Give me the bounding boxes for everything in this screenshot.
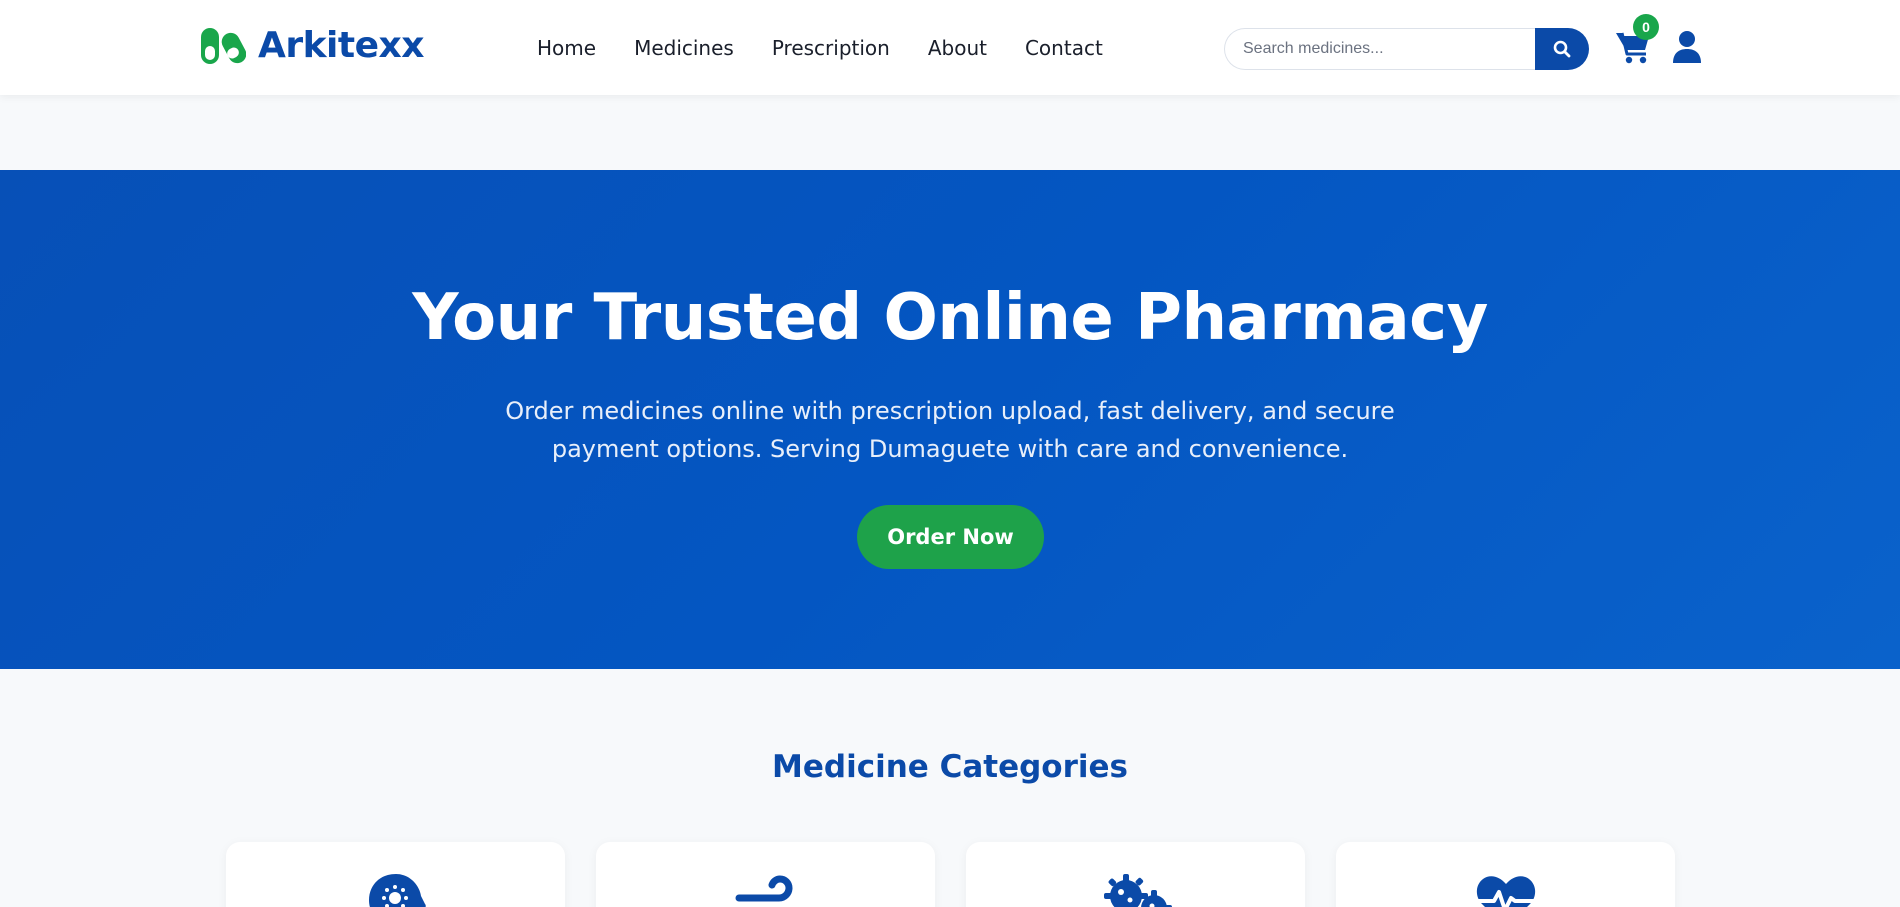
categories-title: Medicine Categories xyxy=(772,749,1128,785)
heart-pulse-icon xyxy=(1475,876,1536,907)
category-card[interactable] xyxy=(1336,842,1675,907)
hero-title: Your Trusted Online Pharmacy xyxy=(412,281,1488,355)
nav-contact[interactable]: Contact xyxy=(1025,34,1103,62)
category-card[interactable] xyxy=(596,842,935,907)
order-now-button[interactable]: Order Now xyxy=(857,505,1044,569)
wind-icon xyxy=(735,875,793,902)
category-card[interactable] xyxy=(966,842,1305,907)
hero-subtitle: Order medicines online with prescription… xyxy=(505,397,1395,463)
main-nav: Home Medicines Prescription About Contac… xyxy=(537,34,1141,62)
brand-name: Arkitexx xyxy=(258,25,424,66)
search-icon xyxy=(1553,40,1571,58)
nav-medicines[interactable]: Medicines xyxy=(634,34,734,62)
search-bar xyxy=(1224,28,1589,70)
nav-home[interactable]: Home xyxy=(537,34,596,62)
bacteria-icon xyxy=(1103,874,1172,907)
search-input[interactable] xyxy=(1224,28,1536,70)
capsules-icon xyxy=(201,28,246,64)
category-card[interactable] xyxy=(226,842,565,907)
brand-logo[interactable]: Arkitexx xyxy=(199,26,424,66)
nav-prescription[interactable]: Prescription xyxy=(772,34,890,62)
user-icon[interactable] xyxy=(1672,30,1702,64)
hero-banner: Your Trusted Online Pharmacy Order medic… xyxy=(0,170,1900,669)
nav-about[interactable]: About xyxy=(928,34,987,62)
virus-head-icon xyxy=(368,874,426,907)
navbar: Arkitexx Home Medicines Prescription Abo… xyxy=(0,0,1900,95)
search-button[interactable] xyxy=(1535,28,1589,70)
cart-count-badge: 0 xyxy=(1633,14,1659,40)
